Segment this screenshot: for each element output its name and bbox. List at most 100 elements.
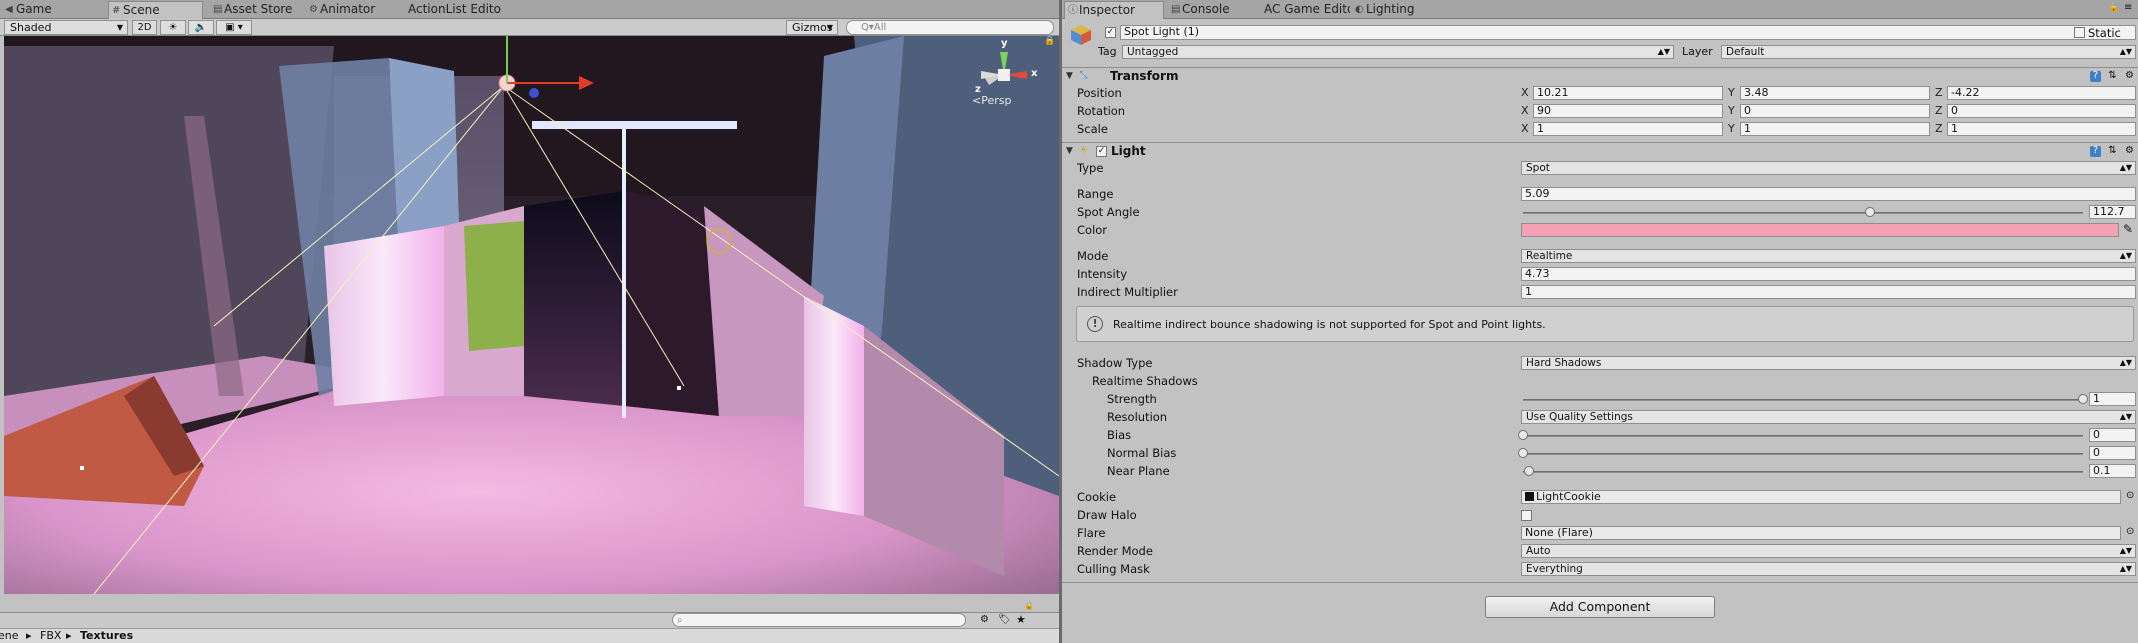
- position-x-field[interactable]: 10.21: [1533, 86, 1723, 100]
- breadcrumb-item[interactable]: ene: [0, 629, 19, 643]
- add-component-button[interactable]: Add Component: [1485, 596, 1715, 618]
- strength-slider-thumb[interactable]: [2078, 394, 2088, 404]
- scene-render: [4, 36, 1059, 594]
- lock-icon[interactable]: 🔒: [2108, 3, 2119, 13]
- indirect-multiplier-field[interactable]: 1: [1521, 285, 2136, 299]
- strength-field[interactable]: 1: [2089, 392, 2136, 406]
- console-icon: ▤: [1171, 4, 1181, 15]
- object-picker-icon[interactable]: ⊙: [2126, 526, 2134, 537]
- lock-icon[interactable]: 🔒: [1024, 601, 1034, 610]
- culling-mask-dropdown[interactable]: Everything ▲▼: [1521, 562, 2136, 576]
- layer-dropdown[interactable]: Default ▲▼: [1721, 45, 2136, 59]
- transform-icon: ⤡: [1079, 70, 1088, 81]
- scale-x-field[interactable]: 1: [1533, 122, 1723, 136]
- breadcrumb-item[interactable]: FBX: [40, 629, 61, 643]
- bias-slider-thumb[interactable]: [1518, 430, 1528, 440]
- effects-dropdown[interactable]: ▣ ▾: [216, 20, 252, 35]
- speaker-icon: 🔈: [194, 22, 208, 33]
- object-picker-icon[interactable]: ⊙: [2126, 490, 2134, 501]
- near-plane-field[interactable]: 0.1: [2089, 464, 2136, 478]
- project-search-input[interactable]: ⌕: [672, 613, 966, 627]
- intensity-field[interactable]: 4.73: [1521, 267, 2136, 281]
- position-z-field[interactable]: -4.22: [1947, 86, 2136, 100]
- draw-mode-value: Shaded: [10, 21, 52, 34]
- eyedropper-icon[interactable]: ✎: [2123, 222, 2133, 236]
- tab-animator[interactable]: ⚙ Animator: [306, 1, 391, 19]
- filter-type-icon[interactable]: ⚙: [980, 614, 989, 625]
- axis-x: X: [1521, 122, 1529, 135]
- spot-angle-slider[interactable]: [1523, 212, 2083, 214]
- lighting-toggle[interactable]: ☀: [160, 20, 186, 35]
- normal-bias-field[interactable]: 0: [2089, 446, 2136, 460]
- scale-z-field[interactable]: 1: [1947, 122, 2136, 136]
- near-plane-slider-thumb[interactable]: [1523, 466, 1534, 476]
- tag-icon[interactable]: 🏷: [998, 614, 1011, 625]
- draw-mode-dropdown[interactable]: Shaded ▼: [4, 20, 128, 35]
- help-text: Realtime indirect bounce shadowing is no…: [1113, 318, 1546, 331]
- object-name-field[interactable]: Spot Light (1): [1120, 25, 2136, 40]
- cookie-object-field[interactable]: LightCookie: [1521, 490, 2121, 504]
- active-checkbox[interactable]: ✓: [1105, 27, 1116, 38]
- render-mode-dropdown[interactable]: Auto ▲▼: [1521, 544, 2136, 558]
- foldout-arrow-icon[interactable]: ▼: [1066, 68, 1073, 84]
- value: 1: [1744, 122, 1751, 135]
- tab-game[interactable]: ◀ Game: [2, 1, 84, 19]
- transform-header[interactable]: ▼ ⤡ Transform ? ⇅ ⚙: [1062, 67, 2138, 84]
- static-checkbox[interactable]: [2074, 27, 2085, 38]
- normal-bias-slider-thumb[interactable]: [1518, 448, 1528, 458]
- strength-slider[interactable]: [1523, 399, 2083, 401]
- gear-icon[interactable]: ⚙: [2124, 71, 2135, 82]
- normal-bias-slider[interactable]: [1523, 453, 2083, 455]
- info-icon: !: [1087, 316, 1103, 332]
- value: 1: [2093, 392, 2100, 405]
- light-header[interactable]: ▼ ☀ ✓ Light ? ⇅ ⚙: [1062, 142, 2138, 159]
- audio-toggle[interactable]: 🔈: [188, 20, 214, 35]
- 2d-toggle[interactable]: 2D: [132, 20, 157, 35]
- rotation-y-field[interactable]: 0: [1740, 104, 1930, 118]
- color-swatch[interactable]: [1521, 223, 2119, 237]
- help-icon[interactable]: ?: [2090, 71, 2101, 82]
- scale-y-field[interactable]: 1: [1740, 122, 1930, 136]
- star-icon[interactable]: ★: [1016, 613, 1026, 626]
- breadcrumb-item-current[interactable]: Textures: [80, 629, 133, 643]
- light-type-dropdown[interactable]: Spot ▲▼: [1521, 161, 2136, 175]
- flare-object-field[interactable]: None (Flare): [1521, 526, 2121, 540]
- shadow-type-dropdown[interactable]: Hard Shadows ▲▼: [1521, 356, 2136, 370]
- normal-bias-label: Normal Bias: [1107, 446, 1177, 460]
- tab-actionlist-editor[interactable]: ActionList Edito: [396, 1, 502, 19]
- rotation-x-field[interactable]: 90: [1533, 104, 1723, 118]
- gear-icon[interactable]: ⚙: [2124, 146, 2135, 157]
- persp-label[interactable]: <Persp: [972, 94, 1011, 107]
- preset-icon[interactable]: ⇅: [2107, 146, 2118, 157]
- light-mode-dropdown[interactable]: Realtime ▲▼: [1521, 249, 2136, 263]
- shadow-type-value: Hard Shadows: [1526, 357, 1602, 369]
- scene-viewport[interactable]: y x z <Persp 🔒: [4, 36, 1059, 594]
- bias-field[interactable]: 0: [2089, 428, 2136, 442]
- spot-angle-slider-thumb[interactable]: [1865, 207, 1876, 217]
- position-y-field[interactable]: 3.48: [1740, 86, 1930, 100]
- tab-lighting[interactable]: ◐ Lighting: [1352, 1, 1432, 19]
- menu-icon[interactable]: ≡: [2124, 2, 2132, 13]
- light-enabled-checkbox[interactable]: ✓: [1096, 146, 1107, 157]
- tab-console[interactable]: ▤ Console: [1168, 1, 1250, 19]
- gameobject-cube-icon: [1070, 24, 1092, 46]
- near-plane-slider[interactable]: [1523, 471, 2083, 473]
- gizmos-dropdown[interactable]: Gizmos ▼: [786, 20, 838, 35]
- help-icon[interactable]: ?: [2090, 146, 2101, 157]
- resolution-dropdown[interactable]: Use Quality Settings ▲▼: [1521, 410, 2136, 424]
- tag-dropdown[interactable]: Untagged ▲▼: [1122, 45, 1674, 59]
- tab-scene[interactable]: # Scene: [108, 1, 203, 19]
- lock-icon[interactable]: 🔒: [1044, 36, 1055, 46]
- tab-ac-game-editor[interactable]: AC Game Edito: [1252, 1, 1350, 19]
- foldout-arrow-icon[interactable]: ▼: [1066, 143, 1073, 159]
- scene-search-input[interactable]: Q▾All: [846, 20, 1054, 35]
- draw-halo-checkbox[interactable]: [1521, 510, 1532, 521]
- rotation-z-field[interactable]: 0: [1947, 104, 2136, 118]
- axis-y: Y: [1728, 86, 1735, 99]
- preset-icon[interactable]: ⇅: [2107, 71, 2118, 82]
- range-field[interactable]: 5.09: [1521, 187, 2136, 201]
- tab-asset-store[interactable]: ▤ Asset Store: [210, 1, 302, 19]
- spot-angle-field[interactable]: 112.7: [2089, 205, 2136, 219]
- bias-slider[interactable]: [1523, 435, 2083, 437]
- tab-inspector[interactable]: ⓘ Inspector: [1064, 1, 1164, 19]
